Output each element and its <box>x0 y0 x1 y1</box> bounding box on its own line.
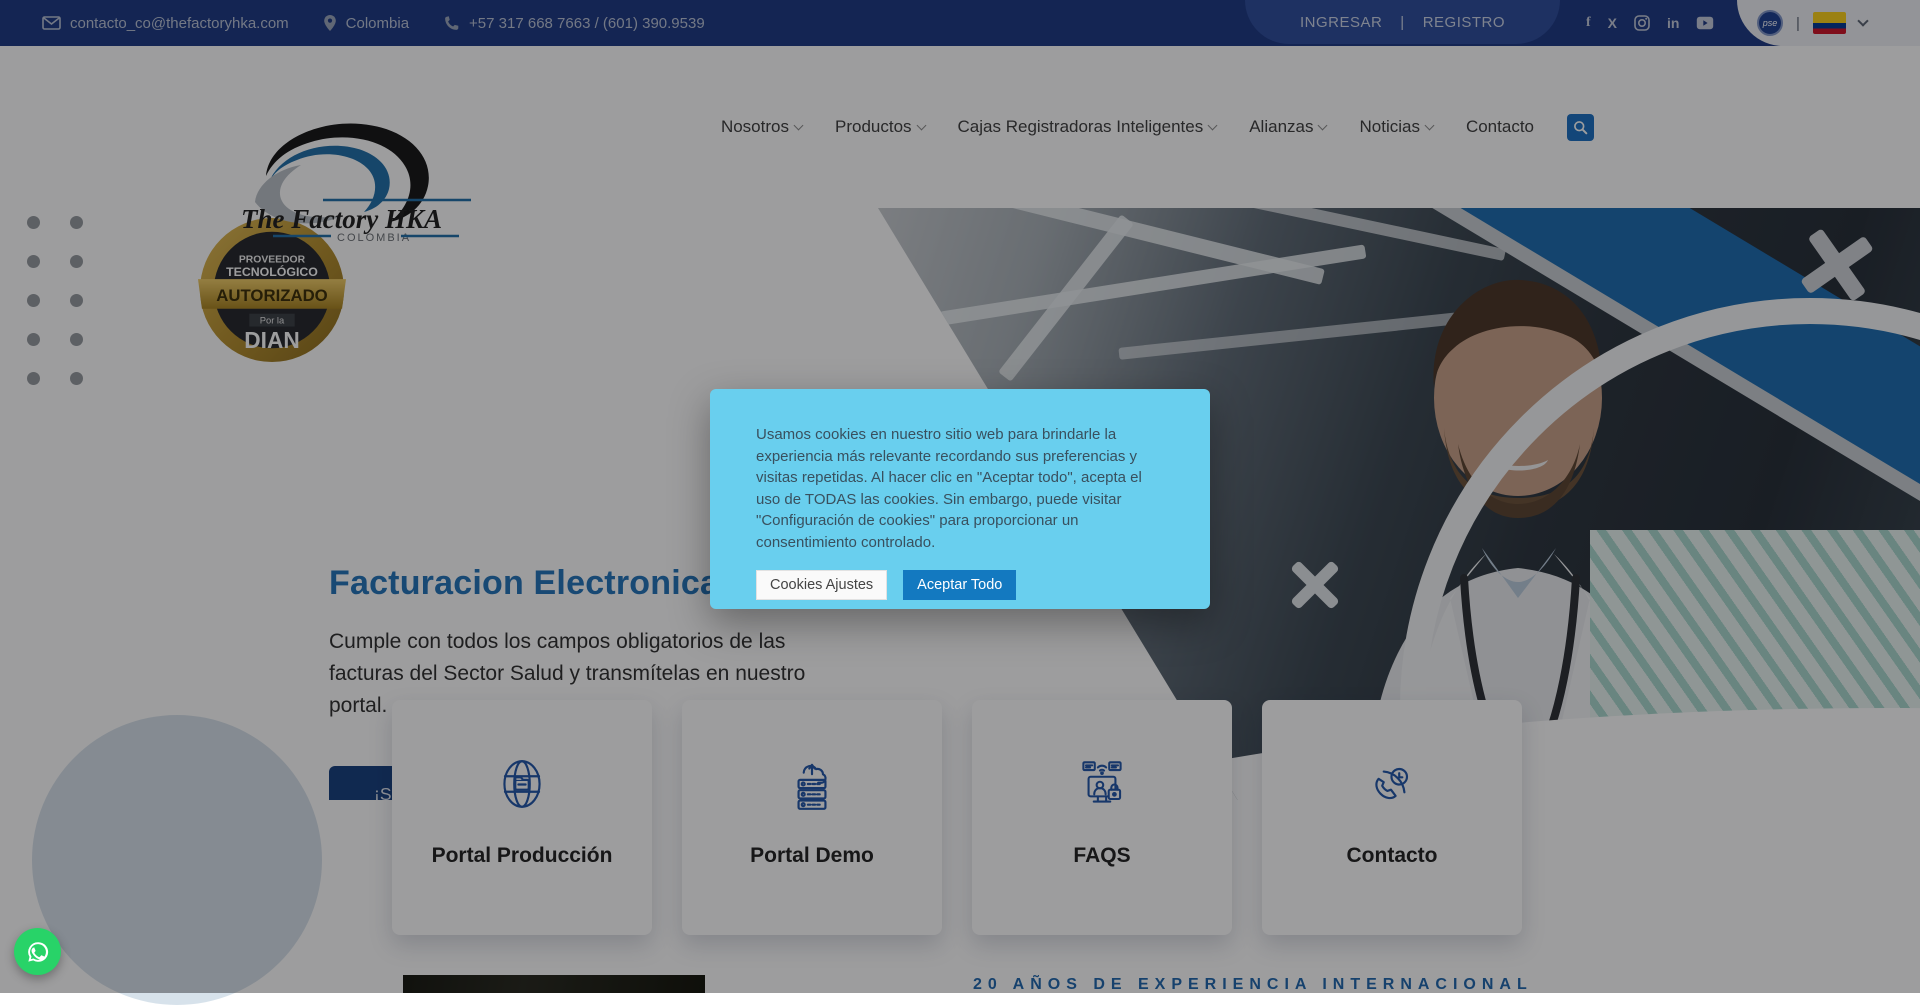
cookie-message: Usamos cookies en nuestro sitio web para… <box>756 424 1160 553</box>
cookie-settings-button[interactable]: Cookies Ajustes <box>756 570 887 600</box>
whatsapp-button[interactable] <box>14 928 61 975</box>
cookie-consent-dialog: Usamos cookies en nuestro sitio web para… <box>710 389 1210 609</box>
cookie-accept-button[interactable]: Aceptar Todo <box>903 570 1016 600</box>
whatsapp-icon <box>24 938 52 966</box>
